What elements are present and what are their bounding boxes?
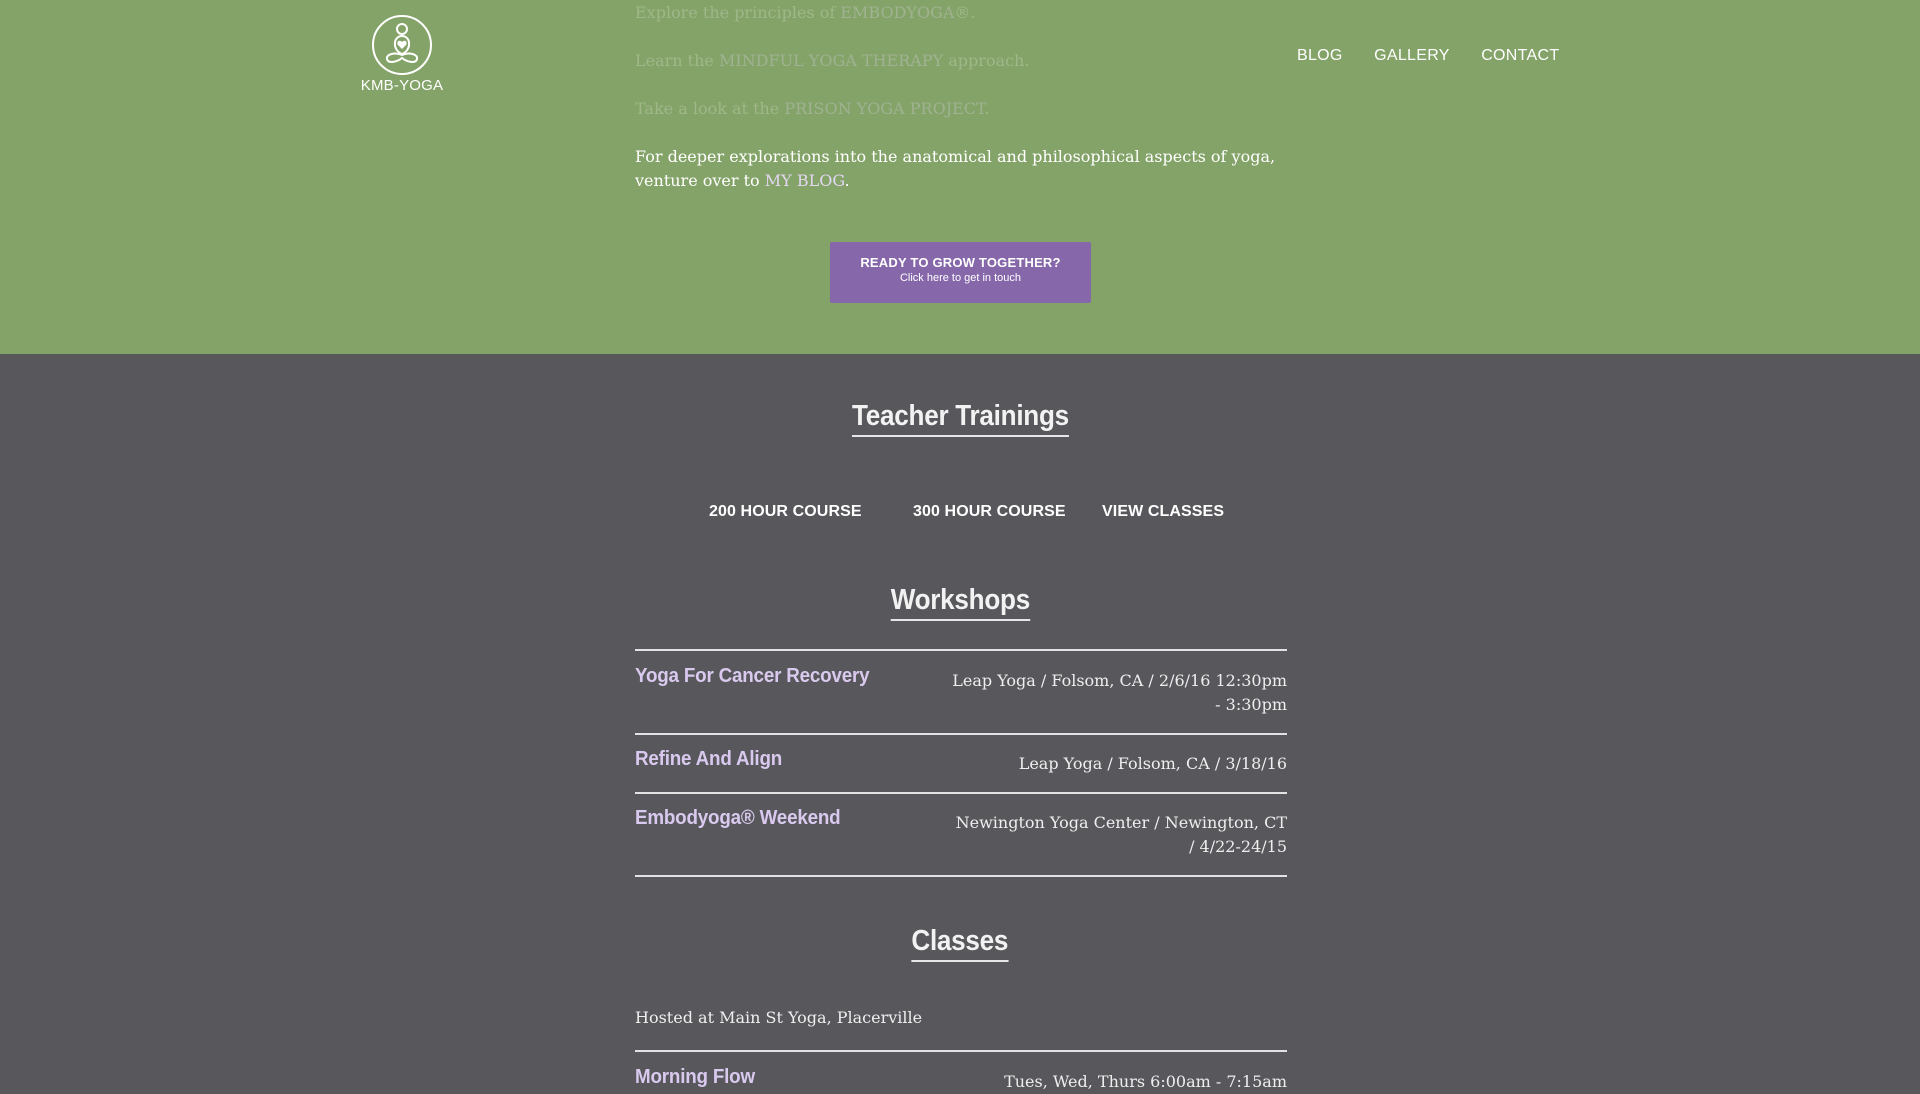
classes-heading: Classes — [0, 925, 1920, 962]
workshop-title[interactable]: Refine And Align — [635, 748, 782, 771]
hero-line-prison: Take a look at the PRISON YOGA PROJECT. — [635, 99, 990, 118]
course-300-hour-link[interactable]: 300 HOUR COURSE — [913, 503, 1066, 521]
divider — [635, 792, 1287, 794]
workshop-details: Leap Yoga / Folsom, CA / 3/18/16 — [1018, 754, 1287, 773]
workshop-details: Newington Yoga Center / Newington, CT / … — [955, 813, 1287, 856]
teacher-trainings-heading: Teacher Trainings — [0, 400, 1920, 437]
divider — [635, 649, 1287, 651]
divider — [635, 1050, 1287, 1052]
workshop-details: Leap Yoga / Folsom, CA / 2/6/16 12:30pm … — [952, 671, 1287, 714]
brand-name: KMB-YOGA — [360, 77, 444, 94]
hero-line-embodyoga: Explore the principles of EMBODYOGA®. — [635, 3, 976, 22]
course-200-hour-link[interactable]: 200 HOUR COURSE — [709, 503, 862, 521]
prison-yoga-project-link[interactable]: PRISON YOGA PROJECT — [784, 99, 984, 118]
cta-title: READY TO GROW TOGETHER? — [860, 255, 1061, 270]
my-blog-link[interactable]: MY BLOG — [765, 171, 845, 190]
nav-contact[interactable]: CONTACT — [1481, 47, 1559, 64]
embodyoga-link[interactable]: EMBODYOGA — [840, 3, 954, 22]
brand-logo[interactable]: KMB-YOGA — [358, 14, 446, 94]
mindful-yoga-therapy-link[interactable]: MINDFUL YOGA THERAPY — [719, 51, 943, 70]
workshop-title[interactable]: Embodyoga® Weekend — [635, 807, 841, 830]
hero-line-blog: For deeper explorations into the anatomi… — [635, 147, 1276, 190]
divider — [635, 733, 1287, 735]
workshop-title[interactable]: Yoga For Cancer Recovery — [635, 665, 870, 688]
nav-gallery[interactable]: GALLERY — [1374, 47, 1450, 64]
hero-line-mindful: Learn the MINDFUL YOGA THERAPY approach. — [635, 51, 1030, 70]
meditating-figure-icon — [372, 15, 432, 75]
class-schedule: Tues, Wed, Thurs 6:00am - 7:15am — [1004, 1072, 1287, 1091]
workshops-heading: Workshops — [0, 584, 1920, 621]
get-in-touch-button[interactable]: READY TO GROW TOGETHER? Click here to ge… — [830, 242, 1091, 303]
cta-subtitle: Click here to get in touch — [899, 272, 1022, 284]
view-classes-link[interactable]: VIEW CLASSES — [1102, 503, 1224, 521]
hero-section: KMB-YOGA BLOG GALLERY CONTACT Explore th… — [0, 0, 1920, 354]
main-nav: BLOG GALLERY CONTACT — [1297, 47, 1559, 65]
nav-blog[interactable]: BLOG — [1297, 47, 1343, 64]
class-title[interactable]: Morning Flow — [635, 1066, 755, 1089]
classes-location: Hosted at Main St Yoga, Placerville — [635, 1008, 923, 1027]
divider — [635, 875, 1287, 877]
